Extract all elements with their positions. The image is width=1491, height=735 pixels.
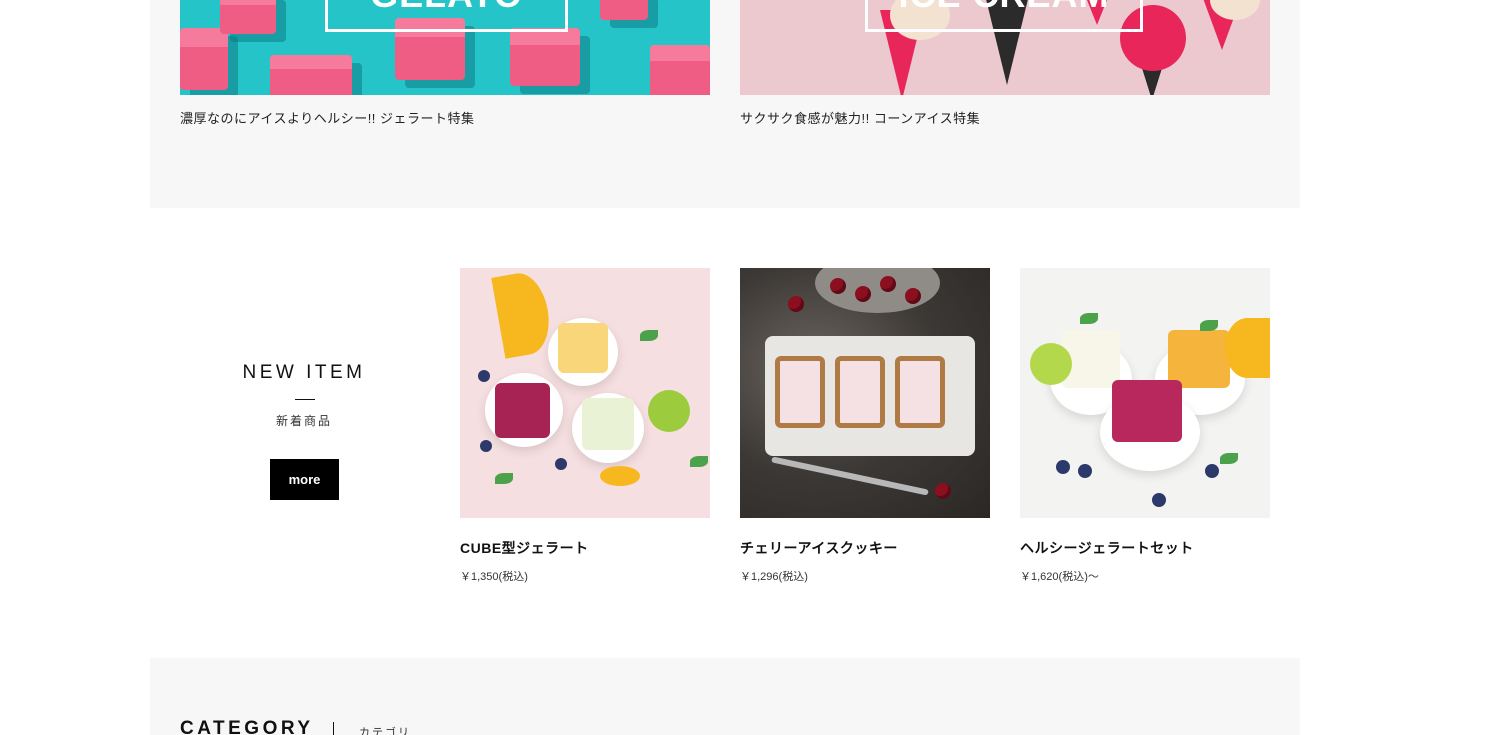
feature-section: GELATO ICE CREAM 濃厚なのにアイスよりヘルシー!! ジェラート特… bbox=[150, 0, 1300, 208]
icecream-feature-caption[interactable]: サクサク食感が魅力!! コーンアイス特集 bbox=[740, 108, 980, 127]
new-item-heading: NEW ITEM bbox=[242, 362, 366, 383]
product-name[interactable]: チェリーアイスクッキー bbox=[740, 538, 898, 558]
lime-image bbox=[648, 390, 690, 432]
cherry-image bbox=[830, 278, 846, 294]
product-image[interactable] bbox=[1020, 268, 1270, 518]
cookie-sandwich-image bbox=[895, 356, 945, 428]
blueberry-image bbox=[1205, 464, 1219, 478]
mint-leaf-image bbox=[1080, 313, 1098, 324]
mint-leaf-image bbox=[1220, 453, 1238, 464]
scoop-tool-image bbox=[771, 456, 929, 496]
blueberry-image bbox=[1056, 460, 1070, 474]
cookie-sandwich-image bbox=[835, 356, 885, 428]
product-image[interactable] bbox=[740, 268, 990, 518]
mint-leaf-image bbox=[495, 473, 513, 484]
mint-leaf-image bbox=[640, 330, 658, 341]
blueberry-image bbox=[480, 440, 492, 452]
cookie-sandwich-image bbox=[775, 356, 825, 428]
product-price: ￥1,620(税込)～ bbox=[1020, 571, 1099, 583]
gelato-image bbox=[495, 383, 550, 438]
gelato-image bbox=[558, 323, 608, 373]
category-subheading: カテゴリ bbox=[359, 726, 411, 735]
category-section: CATEGORY カテゴリ bbox=[150, 658, 1300, 735]
gelato-cube-image bbox=[270, 55, 352, 95]
mango-slice-image bbox=[1225, 318, 1270, 378]
product-card[interactable]: ヘルシージェラートセット ￥1,620(税込)～ bbox=[1020, 268, 1270, 583]
gelato-image bbox=[1112, 380, 1182, 442]
gelato-image bbox=[582, 398, 634, 450]
more-button[interactable]: more bbox=[270, 459, 339, 500]
gelato-cube-image bbox=[600, 0, 648, 20]
cherry-image bbox=[935, 483, 951, 499]
cherry-image bbox=[788, 296, 804, 312]
mango-slice-image bbox=[600, 466, 640, 486]
product-price: ￥1,350(税込) bbox=[460, 571, 528, 583]
blueberry-image bbox=[555, 458, 567, 470]
gelato-banner-title: GELATO bbox=[325, 0, 568, 32]
product-price: ￥1,296(税込) bbox=[740, 571, 808, 583]
gelato-feature-caption[interactable]: 濃厚なのにアイスよりヘルシー!! ジェラート特集 bbox=[180, 108, 475, 127]
blueberry-image bbox=[1152, 493, 1166, 507]
cherry-image bbox=[905, 288, 921, 304]
mango-slice-image bbox=[491, 269, 555, 359]
gelato-feature-banner[interactable]: GELATO bbox=[180, 0, 710, 95]
mint-leaf-image bbox=[1200, 320, 1218, 331]
category-divider bbox=[333, 722, 334, 735]
gelato-cube-image bbox=[220, 0, 276, 34]
mint-leaf-image bbox=[690, 456, 708, 467]
blueberry-image bbox=[1078, 464, 1092, 478]
lime-image bbox=[1030, 343, 1072, 385]
cherry-image bbox=[880, 276, 896, 292]
product-card[interactable]: チェリーアイスクッキー ￥1,296(税込) bbox=[740, 268, 990, 583]
gelato-cube-image bbox=[180, 28, 228, 90]
product-name[interactable]: CUBE型ジェラート bbox=[460, 538, 589, 558]
new-item-subheading: 新着商品 bbox=[275, 414, 332, 428]
cherry-image bbox=[855, 286, 871, 302]
heading-divider bbox=[295, 399, 315, 400]
icecream-banner-title: ICE CREAM bbox=[865, 0, 1143, 32]
product-image[interactable] bbox=[460, 268, 710, 518]
product-name[interactable]: ヘルシージェラートセット bbox=[1020, 538, 1194, 558]
gelato-cube-image bbox=[650, 45, 710, 95]
category-heading: CATEGORY bbox=[180, 718, 314, 735]
blueberry-image bbox=[478, 370, 490, 382]
product-card[interactable]: CUBE型ジェラート ￥1,350(税込) bbox=[460, 268, 710, 583]
icecream-feature-banner[interactable]: ICE CREAM bbox=[740, 0, 1270, 95]
gelato-cube-image bbox=[510, 28, 580, 86]
